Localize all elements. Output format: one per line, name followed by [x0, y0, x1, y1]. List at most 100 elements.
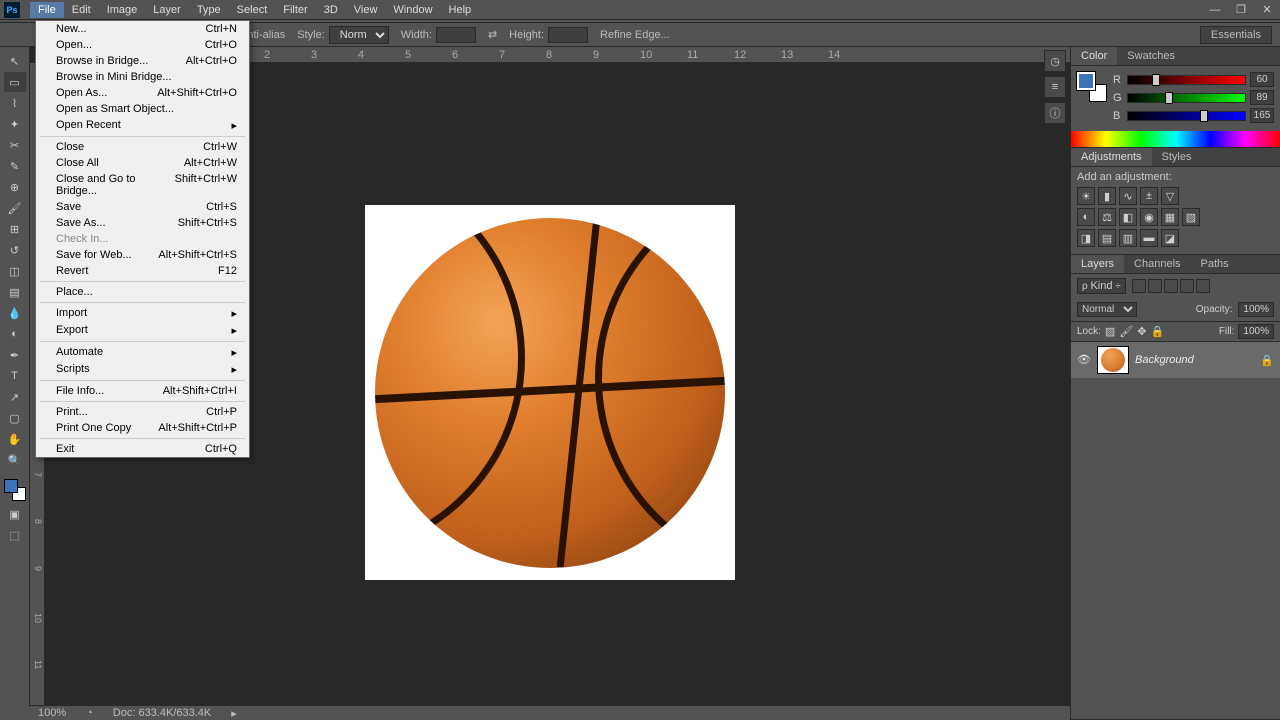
r-slider[interactable] [1127, 75, 1246, 85]
menu-layer[interactable]: Layer [145, 2, 189, 18]
hue-adj-icon[interactable]: ◐ [1077, 208, 1095, 226]
tab-layers[interactable]: Layers [1071, 255, 1124, 273]
lasso-tool[interactable]: ⌇ [4, 93, 26, 113]
menuitem-close[interactable]: CloseCtrl+W [36, 139, 249, 155]
menu-view[interactable]: View [346, 2, 386, 18]
curves-adj-icon[interactable]: ∿ [1119, 187, 1137, 205]
menu-file[interactable]: File [30, 2, 64, 18]
filter-smart-icon[interactable] [1196, 279, 1210, 293]
exposure-adj-icon[interactable]: ± [1140, 187, 1158, 205]
document-canvas[interactable] [365, 205, 735, 580]
menuitem-new[interactable]: New...Ctrl+N [36, 21, 249, 37]
photo-adj-icon[interactable]: ◉ [1140, 208, 1158, 226]
b-slider[interactable] [1127, 111, 1246, 121]
zoom-level[interactable]: 100% [38, 707, 66, 719]
width-input[interactable] [436, 27, 476, 43]
foreground-background-colors[interactable] [2, 477, 28, 503]
properties-dock-icon[interactable]: ≡ [1044, 76, 1066, 98]
pen-tool[interactable]: ✒ [4, 345, 26, 365]
marquee-tool[interactable]: ▭ [4, 72, 26, 92]
color-spectrum[interactable] [1071, 131, 1280, 147]
eraser-tool[interactable]: ◫ [4, 261, 26, 281]
menu-filter[interactable]: Filter [275, 2, 315, 18]
crop-tool[interactable]: ✂ [4, 135, 26, 155]
height-input[interactable] [548, 27, 588, 43]
shape-tool[interactable]: ▢ [4, 408, 26, 428]
menuitem-close-and-go-to-bridge[interactable]: Close and Go to Bridge...Shift+Ctrl+W [36, 171, 249, 199]
opacity-input[interactable]: 100% [1238, 302, 1274, 317]
lock-transparency-icon[interactable]: ▨ [1105, 325, 1115, 338]
menu-edit[interactable]: Edit [64, 2, 99, 18]
blend-mode-select[interactable]: Normal [1077, 302, 1137, 317]
layer-name[interactable]: Background [1135, 354, 1194, 366]
filter-adj-icon[interactable] [1148, 279, 1162, 293]
menuitem-print-one-copy[interactable]: Print One CopyAlt+Shift+Ctrl+P [36, 420, 249, 436]
type-tool[interactable]: T [4, 366, 26, 386]
zoom-tool[interactable]: 🔍 [4, 450, 26, 470]
style-select[interactable]: Normal [329, 26, 389, 44]
color-fgbg-swatch[interactable] [1077, 72, 1107, 102]
menuitem-open-as-smart-object[interactable]: Open as Smart Object... [36, 101, 249, 117]
menu-help[interactable]: Help [441, 2, 480, 18]
stamp-tool[interactable]: ⊞ [4, 219, 26, 239]
filter-pixel-icon[interactable] [1132, 279, 1146, 293]
eyedropper-tool[interactable]: ✎ [4, 156, 26, 176]
g-value[interactable]: 89 [1250, 90, 1274, 105]
menuitem-save[interactable]: SaveCtrl+S [36, 199, 249, 215]
menuitem-revert[interactable]: RevertF12 [36, 263, 249, 279]
close-window-button[interactable]: ✕ [1258, 3, 1276, 17]
layer-thumbnail[interactable] [1097, 346, 1129, 374]
hand-tool[interactable]: ✋ [4, 429, 26, 449]
menuitem-save-for-web[interactable]: Save for Web...Alt+Shift+Ctrl+S [36, 247, 249, 263]
refine-edge-button[interactable]: Refine Edge... [600, 29, 670, 41]
layer-kind-filter[interactable]: ρ Kind ÷ [1077, 278, 1126, 294]
wand-tool[interactable]: ✦ [4, 114, 26, 134]
levels-adj-icon[interactable]: ▮ [1098, 187, 1116, 205]
visibility-icon[interactable]: 👁 [1077, 353, 1091, 367]
menuitem-exit[interactable]: ExitCtrl+Q [36, 441, 249, 457]
filter-type-icon[interactable] [1164, 279, 1178, 293]
move-tool[interactable]: ↖ [4, 51, 26, 71]
menuitem-open-as[interactable]: Open As...Alt+Shift+Ctrl+O [36, 85, 249, 101]
threshold-adj-icon[interactable]: ▥ [1119, 229, 1137, 247]
invert-adj-icon[interactable]: ◨ [1077, 229, 1095, 247]
menuitem-close-all[interactable]: Close AllAlt+Ctrl+W [36, 155, 249, 171]
gradmap-adj-icon[interactable]: ▬ [1140, 229, 1158, 247]
menu-window[interactable]: Window [385, 2, 440, 18]
minimize-button[interactable]: — [1206, 3, 1224, 17]
lock-all-icon[interactable]: 🔒 [1151, 325, 1165, 338]
r-value[interactable]: 60 [1250, 72, 1274, 87]
menu-select[interactable]: Select [229, 2, 276, 18]
menu-3d[interactable]: 3D [316, 2, 346, 18]
brush-tool[interactable]: 🖌 [4, 198, 26, 218]
selective-adj-icon[interactable]: ◪ [1161, 229, 1179, 247]
info-dock-icon[interactable]: ⓘ [1044, 102, 1066, 124]
poster-adj-icon[interactable]: ▤ [1098, 229, 1116, 247]
tab-styles[interactable]: Styles [1152, 148, 1202, 166]
menuitem-save-as[interactable]: Save As...Shift+Ctrl+S [36, 215, 249, 231]
bw-adj-icon[interactable]: ◧ [1119, 208, 1137, 226]
status-arrow-icon[interactable]: ▸ [231, 707, 237, 720]
screenmode-tool[interactable]: ⬚ [4, 525, 26, 545]
lookup-adj-icon[interactable]: ▧ [1182, 208, 1200, 226]
history-brush-tool[interactable]: ↺ [4, 240, 26, 260]
menuitem-open-recent[interactable]: Open Recent▸ [36, 117, 249, 134]
b-value[interactable]: 165 [1250, 108, 1274, 123]
menuitem-scripts[interactable]: Scripts▸ [36, 361, 249, 378]
tab-color[interactable]: Color [1071, 47, 1117, 65]
menuitem-place[interactable]: Place... [36, 284, 249, 300]
swap-icon[interactable]: ⇄ [488, 28, 497, 41]
fill-input[interactable]: 100% [1238, 324, 1274, 339]
vibrance-adj-icon[interactable]: ▽ [1161, 187, 1179, 205]
brightness-adj-icon[interactable]: ☀ [1077, 187, 1095, 205]
menuitem-browse-in-bridge[interactable]: Browse in Bridge...Alt+Ctrl+O [36, 53, 249, 69]
layer-row-background[interactable]: 👁 Background 🔒 [1071, 342, 1280, 378]
menuitem-import[interactable]: Import▸ [36, 305, 249, 322]
menuitem-print[interactable]: Print...Ctrl+P [36, 404, 249, 420]
menuitem-open[interactable]: Open...Ctrl+O [36, 37, 249, 53]
history-dock-icon[interactable]: ◷ [1044, 50, 1066, 72]
tab-channels[interactable]: Channels [1124, 255, 1190, 273]
blur-tool[interactable]: 💧 [4, 303, 26, 323]
tab-adjustments[interactable]: Adjustments [1071, 148, 1152, 166]
menuitem-browse-in-mini-bridge[interactable]: Browse in Mini Bridge... [36, 69, 249, 85]
